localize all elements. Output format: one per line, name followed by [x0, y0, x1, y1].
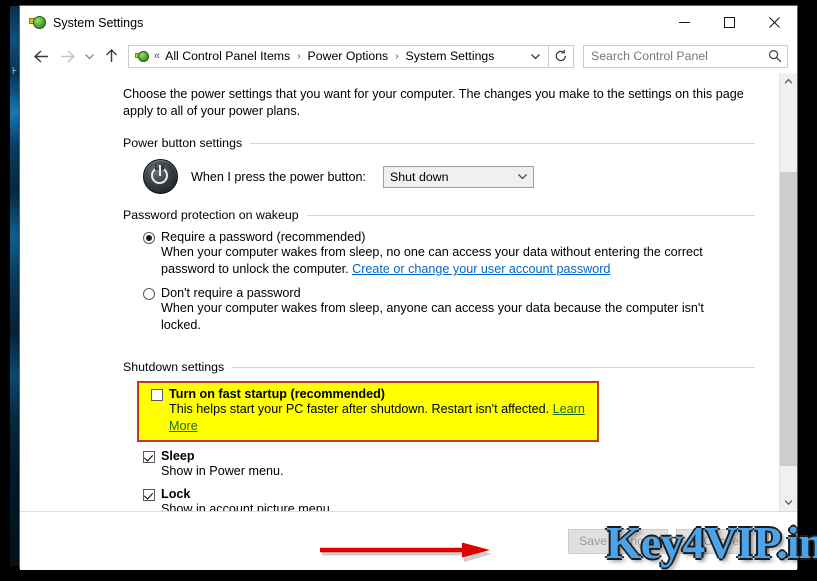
group-divider — [250, 142, 755, 144]
option-main-row[interactable]: Sleep — [143, 449, 755, 463]
power-button-settings-header: Power button settings — [123, 136, 755, 150]
power-options-icon — [29, 14, 46, 31]
address-bar[interactable]: « All Control Panel Items › Power Option… — [128, 44, 574, 68]
option-main-row[interactable]: Lock — [143, 487, 755, 501]
scroll-up-chevron-up-icon[interactable] — [780, 73, 797, 90]
password-protection-header: Password protection on wakeup — [123, 208, 755, 222]
option-label: Lock — [161, 487, 191, 501]
create-change-password-link[interactable]: Create or change your user account passw… — [352, 262, 610, 276]
search-icon[interactable] — [763, 49, 787, 63]
option-label: Require a password (recommended) — [161, 230, 366, 244]
power-button-row: When I press the power button: Shut down — [123, 159, 755, 194]
breadcrumb-overflow-icon[interactable]: « — [152, 50, 164, 62]
scroll-down-chevron-down-icon[interactable] — [780, 494, 797, 511]
shutdown-settings-header: Shutdown settings — [123, 360, 755, 374]
option-label: Don't require a password — [161, 286, 301, 300]
fast-startup-highlight-box: Turn on fast startup (recommended) This … — [137, 381, 599, 442]
password-protection-group: Password protection on wakeup Require a … — [20, 208, 779, 334]
title-bar: System Settings — [20, 6, 797, 39]
breadcrumb-power-options[interactable]: Power Options — [307, 49, 390, 63]
desktop-icon-hint: ⊦ — [12, 66, 18, 77]
title-bar-left: System Settings — [20, 14, 143, 31]
back-arrow-icon[interactable] — [28, 43, 54, 69]
minimize-button[interactable] — [662, 6, 707, 39]
option-main-row[interactable]: Don't require a password — [143, 286, 755, 300]
intro-text: Choose the power settings that you want … — [123, 87, 744, 118]
breadcrumb-separator-icon[interactable]: › — [291, 51, 306, 62]
power-button-icon — [143, 159, 178, 194]
address-chevron-down-icon[interactable] — [522, 52, 548, 61]
content-area: Choose the power settings that you want … — [20, 73, 797, 511]
option-no-password[interactable]: Don't require a password When your compu… — [123, 286, 755, 334]
option-description: When your computer wakes from sleep, any… — [161, 301, 704, 332]
option-require-password[interactable]: Require a password (recommended) When yo… — [123, 230, 755, 278]
option-description: Show in account picture menu. — [161, 502, 334, 511]
power-button-action-value: Shut down — [390, 169, 449, 184]
search-control-panel-box[interactable]: Search Control Panel — [583, 44, 788, 68]
power-button-action-select[interactable]: Shut down — [383, 165, 535, 188]
option-description: This helps start your PC faster after sh… — [151, 401, 591, 435]
option-sleep[interactable]: Sleep Show in Power menu. — [123, 449, 755, 480]
group-divider — [232, 366, 755, 368]
radio-dont-require-password[interactable] — [143, 288, 155, 300]
forward-arrow-icon — [54, 43, 80, 69]
checkbox-lock[interactable] — [143, 489, 155, 501]
breadcrumb-all-control-panel-items[interactable]: All Control Panel Items — [164, 49, 291, 63]
option-label: Turn on fast startup (recommended) — [169, 387, 385, 401]
power-button-settings-group: Power button settings When I press the p… — [20, 136, 779, 194]
shutdown-settings-group: Shutdown settings Turn on fast startup (… — [20, 360, 779, 511]
window-controls — [662, 6, 797, 39]
option-main-row[interactable]: Require a password (recommended) — [143, 230, 755, 244]
breadcrumb-system-settings[interactable]: System Settings — [405, 49, 496, 63]
group-title: Password protection on wakeup — [123, 208, 299, 222]
scrollbar-track-upper[interactable] — [780, 90, 797, 172]
option-description: When your computer wakes from sleep, no … — [143, 244, 721, 278]
radio-require-password[interactable] — [143, 232, 155, 244]
close-button[interactable] — [752, 6, 797, 39]
group-title: Power button settings — [123, 136, 243, 150]
vertical-scrollbar[interactable] — [779, 73, 797, 511]
address-power-options-icon — [129, 49, 152, 64]
system-settings-window: System Settings « All Control Panel Item… — [19, 5, 798, 570]
checkbox-sleep[interactable] — [143, 451, 155, 463]
option-label: Sleep — [161, 449, 195, 463]
watermark-key4vip: Key4VIP.info — [606, 516, 817, 569]
refresh-icon[interactable] — [548, 44, 573, 68]
option-fast-startup[interactable]: Turn on fast startup (recommended) This … — [145, 387, 591, 435]
chevron-down-icon[interactable] — [511, 172, 533, 181]
checkbox-fast-startup[interactable] — [151, 389, 163, 401]
power-button-label: When I press the power button: — [191, 169, 367, 184]
option-description-text: This helps start your PC faster after sh… — [169, 402, 553, 416]
recent-locations-chevron-down-icon[interactable] — [80, 43, 98, 69]
option-description: Show in Power menu. — [161, 464, 284, 478]
watermark-text: Key4VIP.info — [606, 517, 817, 568]
navigation-bar: « All Control Panel Items › Power Option… — [20, 39, 797, 73]
scrollbar-track-lower[interactable] — [780, 466, 797, 494]
maximize-button[interactable] — [707, 6, 752, 39]
group-divider — [306, 214, 755, 216]
scrollbar-thumb[interactable] — [780, 172, 797, 466]
option-lock[interactable]: Lock Show in account picture menu. — [123, 487, 755, 511]
up-arrow-icon[interactable] — [98, 43, 124, 69]
group-title: Shutdown settings — [123, 360, 225, 374]
red-right-arrow-annotation — [320, 541, 500, 563]
search-input[interactable]: Search Control Panel — [584, 49, 763, 63]
window-title: System Settings — [53, 15, 144, 30]
settings-scroll-region: Choose the power settings that you want … — [20, 73, 779, 511]
option-main-row[interactable]: Turn on fast startup (recommended) — [151, 387, 591, 401]
breadcrumb-separator-icon[interactable]: › — [389, 51, 404, 62]
